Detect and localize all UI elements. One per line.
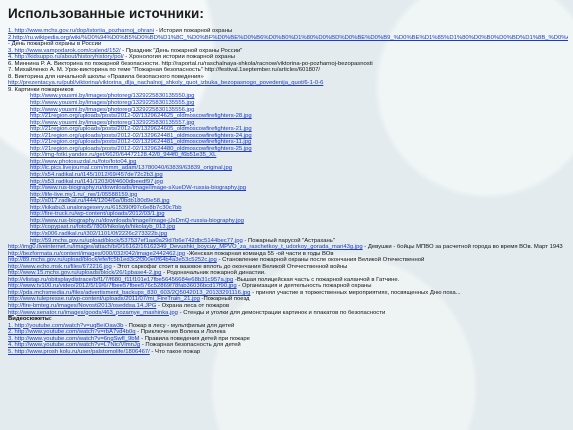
source-link[interactable]: http://21region.org/uploads/posts/2012-0…	[30, 133, 252, 139]
source-description: 9. Картинки пожарников	[8, 86, 74, 93]
source-description: - Правила поведения детей при пожаре	[139, 335, 250, 342]
source-link[interactable]: http://21region.org/uploads/posts/2012-0…	[30, 139, 251, 145]
source-link[interactable]: http://copypast.ru/fotoi5/7800/hikolayb/…	[30, 224, 175, 230]
source-description: -Пожарный поезд	[199, 296, 250, 303]
source-description: - принял участие в торжественных меропри…	[250, 289, 461, 296]
source-link[interactable]: http://www.tv100.ru/video/2012/5/19/6/7f…	[8, 283, 237, 289]
source-description: - Стенды и уголки для демонстрации карти…	[177, 309, 386, 316]
source-description: - Приключения Волека и Лолека	[135, 329, 226, 336]
source-link[interactable]: http://www.rus-biography.ru/downloads/im…	[30, 185, 246, 191]
source-item: 2.http://ru.wikipedia.org/wiki/%D0%94%D0…	[8, 35, 568, 48]
source-link[interactable]: http://www.yousmi.by/images/photoreg/132…	[30, 93, 194, 99]
source-link[interactable]: http://fire-bmteg.ru/images/Novosti2013/…	[8, 303, 156, 309]
source-description: -Женская пожарная команда 55 -ой части в…	[185, 250, 334, 257]
source-description: - Пожарный парусой "Астрахань"	[242, 237, 335, 244]
source-link[interactable]: http://www.echo.msk.ru/files/672216.jpg	[8, 264, 112, 270]
source-link[interactable]: 4. http://www.youtube.com/watch?v=L7Nic/…	[8, 342, 140, 348]
source-link[interactable]: http://prezentacya.ru/publ/viktorina/vik…	[8, 80, 323, 86]
sources-list: 1. http://www.mchs.gov.ru/dop/istoriia_p…	[8, 28, 568, 355]
source-description: - История пожарной охраны	[153, 28, 233, 34]
source-link[interactable]: http://s53.radikal.ru/i141/1203/0f/4600d…	[30, 179, 163, 185]
source-description: - Родоначальник пожарной династии.	[161, 270, 266, 277]
source-link[interactable]: http://vlistap.ru/obitsplaydistrace/b/f1…	[8, 277, 233, 283]
source-description: - Охрана леса от пожаров	[156, 302, 230, 309]
source-link[interactable]: http://59.mchs.gov.ru/upload/block/53753…	[30, 238, 243, 244]
source-link[interactable]: http://life-live.my1.ru/_nw/1/05588159.j…	[30, 192, 137, 198]
source-description: 7. Михайленко А. М. Урок-викторина по те…	[8, 67, 321, 74]
source-link[interactable]: 1. http://www.mchs.gov.ru/dop/istoriia_p…	[8, 28, 154, 34]
source-link[interactable]: http://img-fotki.yandex.ru/get/6620/6447…	[30, 152, 216, 158]
source-description: 6. Миннина Р. А. Викторина по пожарной б…	[8, 60, 373, 67]
source-link[interactable]: http://www.15.mchs.gov.ru/uploads/block/…	[8, 270, 161, 276]
source-link[interactable]: http://www.tulepresse.ru/wp-content/uplo…	[8, 296, 200, 302]
source-link[interactable]: http://s006.radikal.ru/i302/1101/0f/2226…	[30, 231, 167, 237]
source-description: - Хронология истории пожарной охраны	[123, 54, 235, 61]
source-link[interactable]: http://www.photosuzdal.ru/foto/foto04.jp…	[30, 159, 136, 165]
source-link[interactable]: http://kikabu3.unaloragesery.ru/615390f9…	[30, 205, 182, 211]
source-link[interactable]: http://bezformata.ru/content/images/000/…	[8, 251, 185, 257]
source-description: - День пожарной охраны в России	[8, 41, 102, 48]
source-link[interactable]: 3. http://www.vampodarok.com/calend/152/	[8, 48, 121, 54]
source-description: 8. Викторина для начальной школы «Правил…	[8, 73, 204, 80]
source-link[interactable]: 3. http://www.youtube.com/watch?v=6ngSwf…	[8, 336, 139, 342]
source-link[interactable]: http://www.rus-biography.ru/downloads/im…	[30, 218, 244, 224]
source-link[interactable]: http://21region.org/uploads/posts/2012-0…	[30, 146, 252, 152]
source-link[interactable]: http://s54.radikal.ru/i145/1012/69/457de…	[30, 172, 163, 178]
source-description: - Становление пожарной охраны после окон…	[216, 257, 425, 264]
source-item: 5. http://www.prosh kolu.ru/user/palstom…	[8, 349, 568, 356]
source-description: - Организация и деятельность пожарной ох…	[236, 283, 372, 290]
source-link[interactable]: 4. http://kidsuppo.ru/about/historyhisto…	[8, 54, 124, 60]
source-description: - Что такое пожар	[149, 348, 201, 355]
source-link[interactable]: http://img0.liveinternet.ru/images/attac…	[8, 244, 363, 250]
source-link[interactable]: http://www.yousmi.by/images/photoreg/132…	[30, 100, 194, 106]
source-description: - Праздник "День пожарной охраны России"	[120, 47, 243, 54]
source-link[interactable]: 5. http://www.prosh kolu.ru/user/palstom…	[8, 349, 150, 355]
source-description: - Пожар в лесу - мультфильм для детей	[123, 322, 235, 329]
source-link[interactable]: 1. http://youtube.com/watch?v=uqBeiOaw3b	[8, 323, 123, 329]
source-link[interactable]: http://ic.pics.livejournal.com/mmm_adam/…	[30, 165, 232, 171]
source-link[interactable]: 2. http://www.youtube.com/watch?v=rbA7vd…	[8, 329, 136, 335]
source-link[interactable]: http://www.yousmi.by/images/photoreg/132…	[30, 107, 194, 113]
source-link[interactable]: http://fire-truck.ru/wp-content/uploads/…	[30, 211, 165, 217]
source-link[interactable]: http://pda.mchsmedia.ru/files/advertisme…	[8, 290, 250, 296]
source-link[interactable]: http://21region.org/uploads/posts/2012-0…	[30, 113, 252, 119]
source-link[interactable]: http://89.mchs.gov.ru/upload/block/efe/f…	[8, 257, 217, 263]
source-description: Видеосюжеты:	[8, 316, 52, 323]
source-link[interactable]: http://www.yousmi.by/images/photoreg/132…	[30, 120, 194, 126]
source-link[interactable]: 2.http://ru.wikipedia.org/wiki/%D0%94%D0…	[8, 35, 568, 41]
source-description: -Вышая полицейская часть с пожарной кала…	[233, 276, 400, 283]
source-link[interactable]: http://s017.radikal.ru/i444/1204/6a/0bdb…	[30, 198, 170, 204]
source-link[interactable]: http://www.senator.ru/images/goods/463_p…	[8, 310, 178, 316]
source-description: - Этот саркофаг стоит в вазовое вплоть д…	[111, 263, 348, 270]
page-title: Использованные источники:	[8, 6, 204, 21]
source-description: - Девушки - бойцы МПВО за расчетной горо…	[362, 244, 563, 251]
source-description: - Пожарная безопасность для детей	[140, 342, 241, 349]
source-link[interactable]: http://21region.org/uploads/posts/2012-0…	[30, 126, 252, 132]
